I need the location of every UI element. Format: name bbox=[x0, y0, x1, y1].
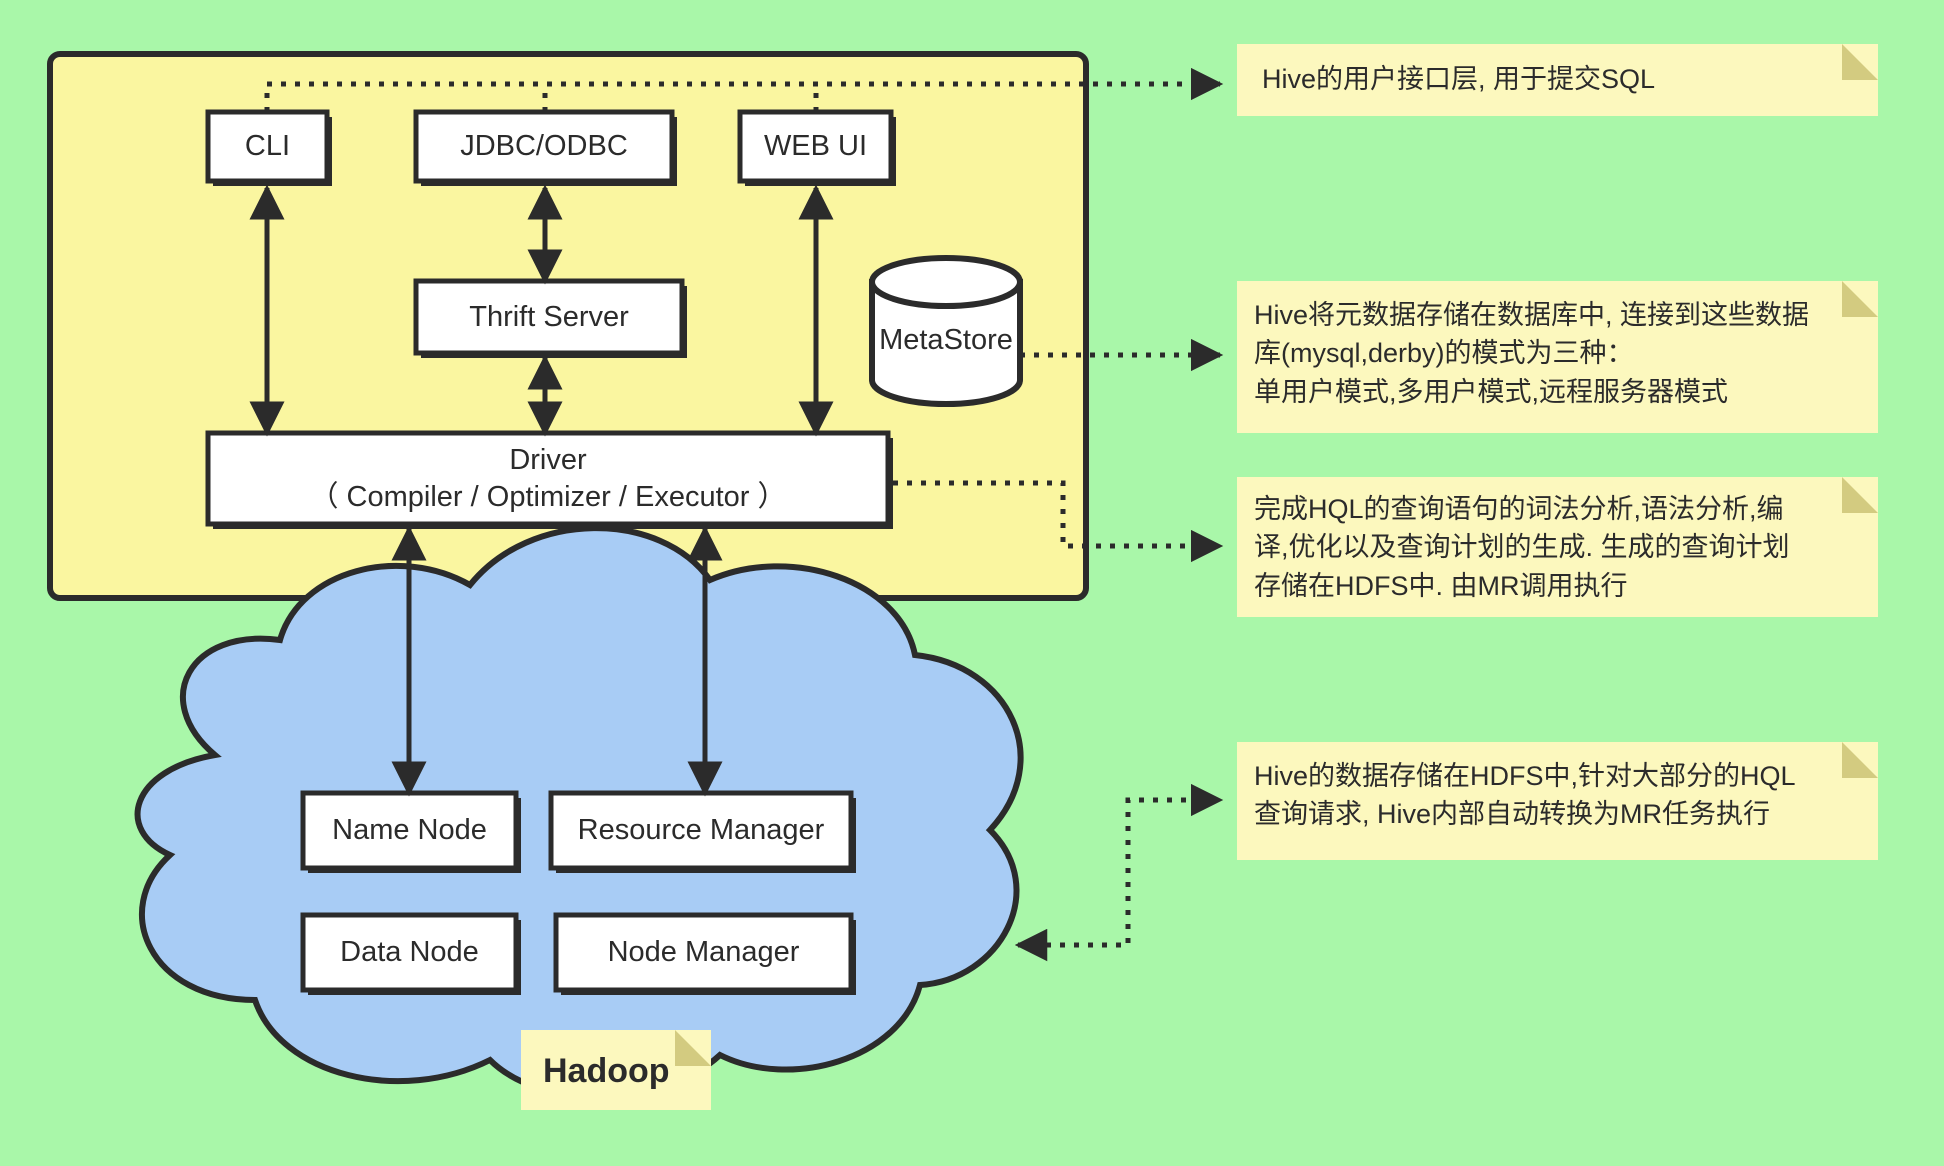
shapes-layer bbox=[47, 44, 1878, 1110]
hadoop-data-node-box bbox=[300, 912, 521, 995]
note-user-interface bbox=[1237, 44, 1878, 116]
note-hdfs bbox=[1237, 742, 1878, 860]
diagram-canvas: CLI JDBC/ODBC WEB UI Thrift Server Drive… bbox=[0, 0, 1944, 1166]
hive-thrift-server-box bbox=[413, 278, 687, 358]
hadoop-name-node-box bbox=[300, 790, 521, 873]
metastore-cylinder bbox=[869, 255, 1023, 407]
hive-driver-box bbox=[205, 430, 893, 529]
hive-jdbc-odbc-box bbox=[413, 109, 677, 186]
connector-note-hdfs bbox=[1014, 783, 1224, 962]
hive-cli-box bbox=[205, 109, 332, 186]
hadoop-resource-manager-box bbox=[548, 790, 856, 873]
note-driver bbox=[1237, 477, 1878, 617]
hive-web-ui-box bbox=[737, 109, 896, 186]
hadoop-label-note bbox=[521, 1030, 711, 1110]
hadoop-node-manager-box bbox=[553, 912, 856, 995]
note-metastore bbox=[1237, 281, 1878, 433]
